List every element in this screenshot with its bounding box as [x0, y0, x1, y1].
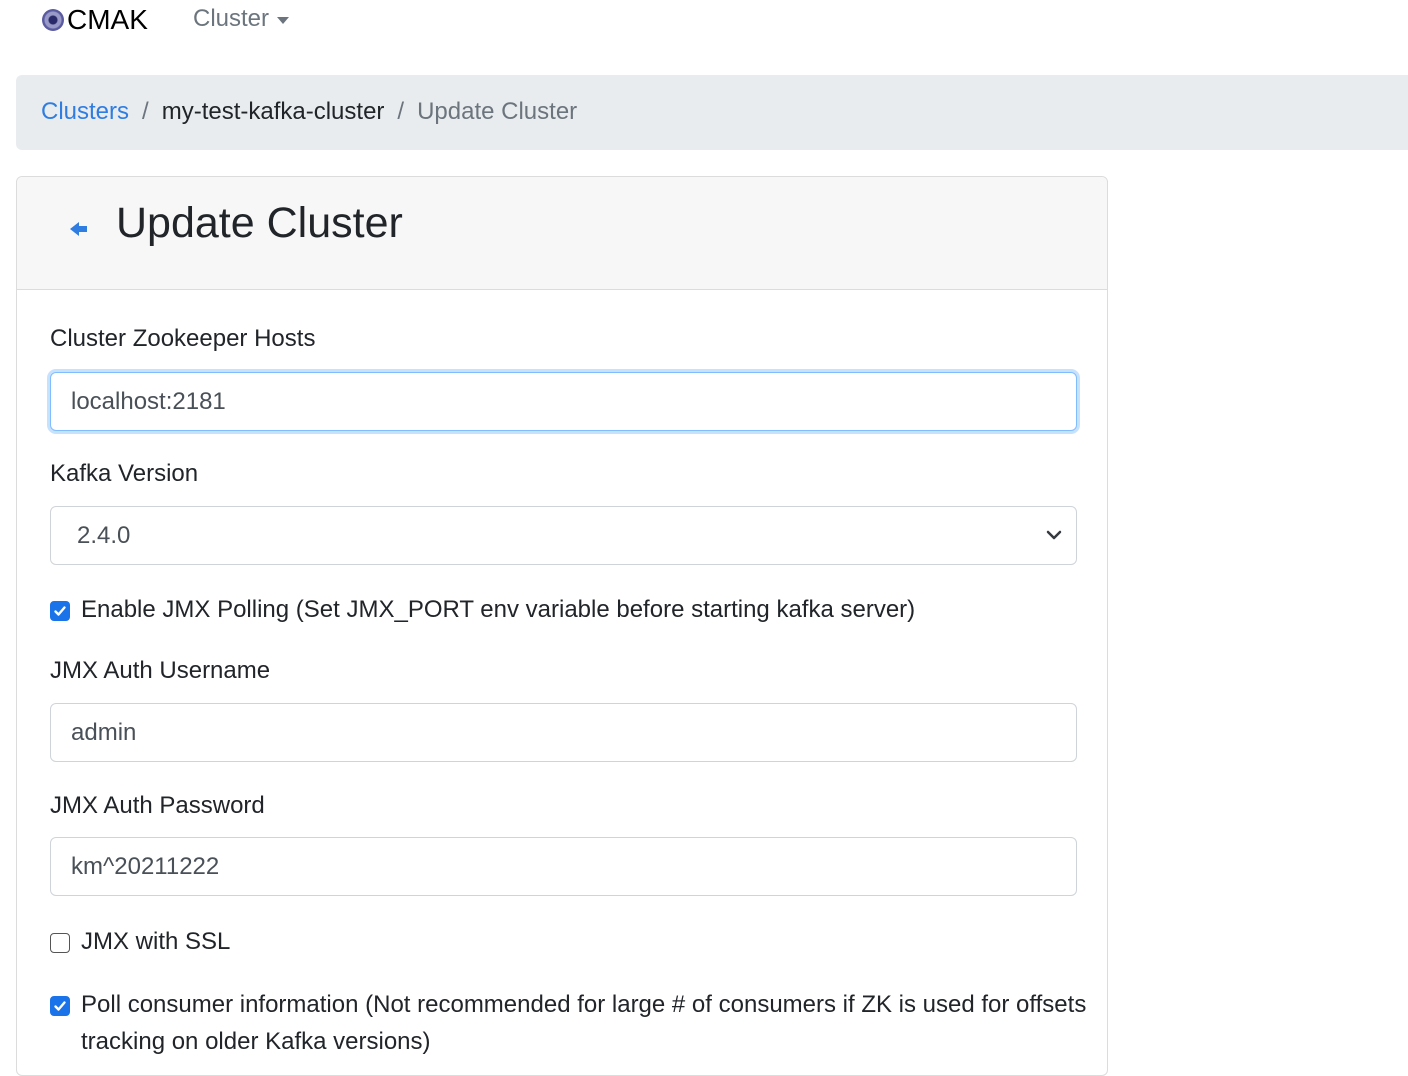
- caret-down-icon: [277, 16, 290, 24]
- checkmark-icon: [54, 1001, 66, 1011]
- breadcrumb-current-page: Update Cluster: [417, 98, 578, 125]
- cluster-menu-dropdown[interactable]: Cluster: [193, 5, 290, 33]
- brand-name: CMAK: [67, 4, 148, 35]
- jmx-polling-label: Enable JMX Polling (Set JMX_PORT env var…: [81, 596, 916, 623]
- kafka-version-label: Kafka Version: [50, 460, 199, 487]
- jmx-username-input[interactable]: [50, 703, 1077, 762]
- chevron-down-icon: [1046, 530, 1062, 540]
- navbar: CMAK Cluster: [0, 0, 1408, 44]
- jmx-ssl-row[interactable]: JMX with SSL: [50, 928, 1090, 960]
- jmx-polling-row[interactable]: Enable JMX Polling (Set JMX_PORT env var…: [50, 596, 1090, 628]
- checkmark-icon: [54, 606, 66, 616]
- card-header: Update Cluster: [17, 177, 1107, 290]
- jmx-username-label: JMX Auth Username: [50, 657, 271, 684]
- jmx-polling-checkbox[interactable]: [50, 601, 70, 621]
- breadcrumb-separator: /: [397, 98, 405, 125]
- breadcrumb-separator: /: [142, 98, 149, 125]
- brand[interactable]: CMAK: [42, 2, 148, 38]
- cluster-menu-label: Cluster: [193, 5, 270, 32]
- poll-consumer-label: Poll consumer information (Not recommend…: [81, 991, 1087, 1055]
- breadcrumb: Clusters / my-test-kafka-cluster / Updat…: [41, 98, 577, 126]
- kafka-version-value: 2.4.0: [77, 521, 131, 549]
- page-title: Update Cluster: [116, 199, 403, 247]
- cmak-logo-icon: [42, 9, 64, 31]
- update-cluster-card: Update Cluster Cluster Zookeeper Hosts K…: [16, 176, 1108, 1076]
- kafka-version-select[interactable]: 2.4.0: [50, 506, 1077, 565]
- breadcrumb-cluster-name[interactable]: my-test-kafka-cluster: [162, 98, 385, 126]
- zk-hosts-label: Cluster Zookeeper Hosts: [50, 325, 316, 352]
- breadcrumb-bar: Clusters / my-test-kafka-cluster / Updat…: [16, 75, 1408, 150]
- back-arrow-icon[interactable]: [70, 221, 88, 237]
- zk-hosts-input[interactable]: [50, 372, 1077, 431]
- jmx-ssl-checkbox[interactable]: [50, 933, 70, 953]
- jmx-password-input[interactable]: [50, 837, 1077, 896]
- poll-consumer-checkbox[interactable]: [50, 996, 70, 1016]
- jmx-password-label: JMX Auth Password: [50, 792, 265, 819]
- poll-consumer-row[interactable]: Poll consumer information (Not recommend…: [50, 991, 1090, 1060]
- jmx-ssl-label: JMX with SSL: [81, 928, 231, 955]
- breadcrumb-clusters-link[interactable]: Clusters: [41, 98, 129, 126]
